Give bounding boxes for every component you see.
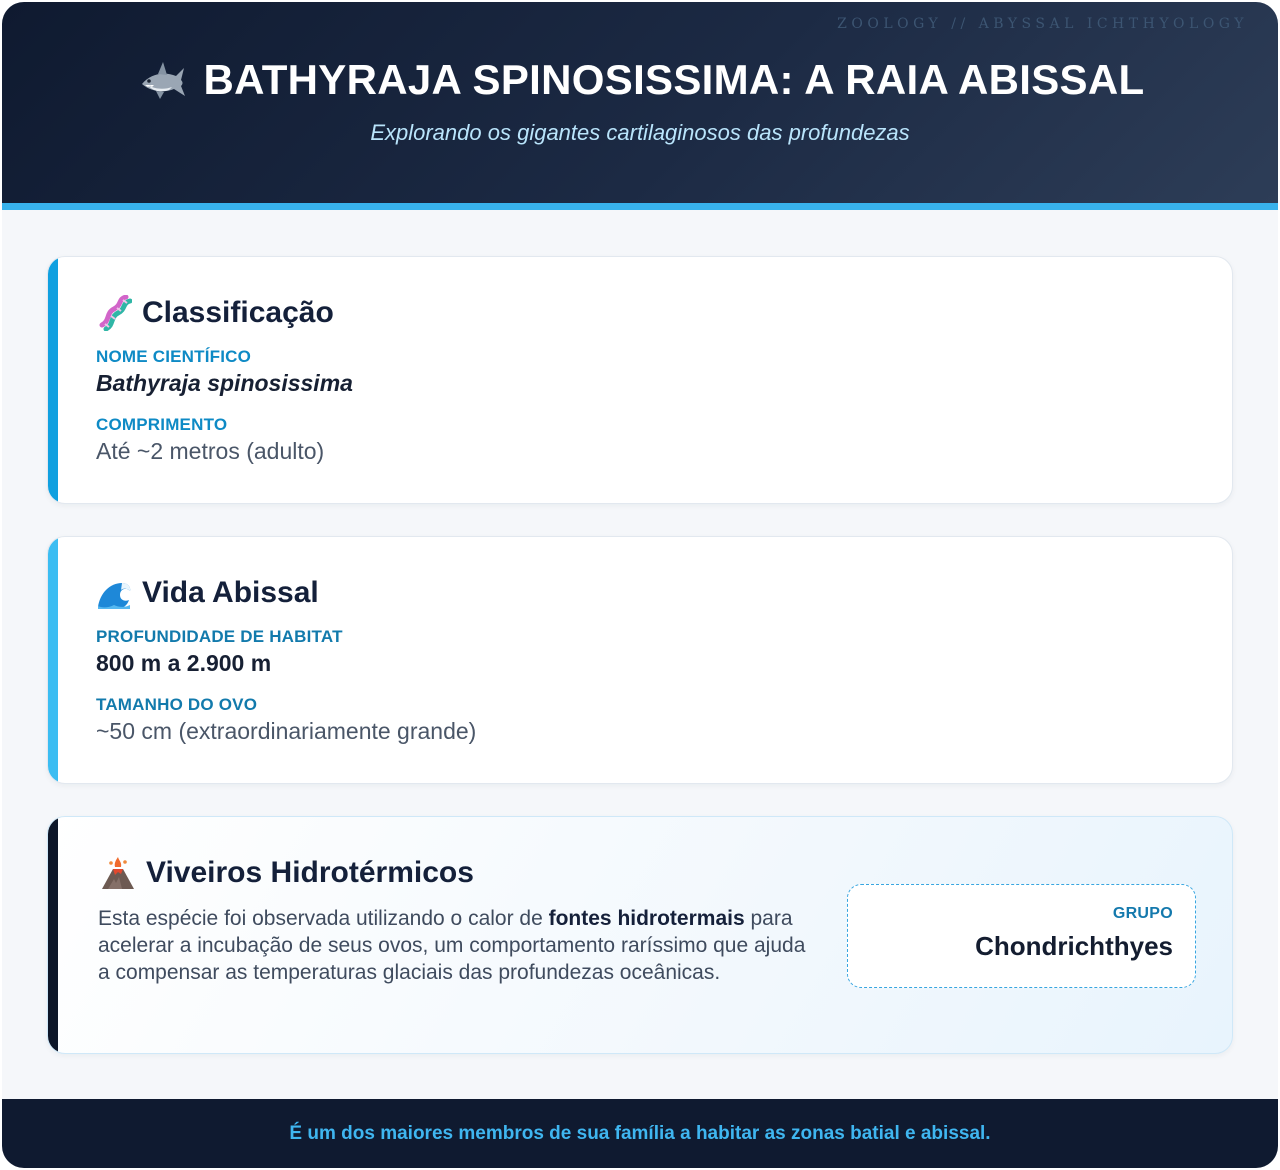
habitat-depth-value: 800 m a 2.900 m <box>96 650 272 676</box>
header-tagline: ZOOLOGY // ABYSSAL ICHTHYOLOGY <box>837 16 1248 32</box>
page-title: BATHYRAJA SPINOSISSIMA: A RAIA ABISSAL <box>203 56 1145 103</box>
footer-text: É um dos maiores membros de sua família … <box>289 1122 991 1144</box>
abyssal-life-heading: Vida Abissal <box>142 576 319 609</box>
group-value: Chondrichthyes <box>975 931 1173 961</box>
abyssal-life-header: Vida Abissal <box>96 575 319 611</box>
hydrothermal-card: Viveiros Hidrotérmicos Esta espécie foi … <box>47 816 1233 1054</box>
description-text-1: Esta espécie foi observada utilizando o … <box>98 907 549 930</box>
abyssal-life-card: Vida Abissal PROFUNDIDADE DE HABITAT 800… <box>47 536 1233 784</box>
group-box: GRUPO Chondrichthyes <box>847 884 1196 988</box>
title-row: BATHYRAJA SPINOSISSIMA: A RAIA ABISSAL <box>2 54 1278 106</box>
length-value: Até ~2 metros (adulto) <box>96 438 325 464</box>
wave-icon <box>98 583 131 609</box>
hydrothermal-description: Esta espécie foi observada utilizando o … <box>98 905 808 986</box>
hydrothermal-header: Viveiros Hidrotérmicos <box>100 855 474 891</box>
scientific-name-value: Bathyraja spinosissima <box>96 370 353 396</box>
classification-header: Classificação <box>96 295 334 331</box>
scientific-name-label: NOME CIENTÍFICO <box>96 347 252 366</box>
page-subtitle: Explorando os gigantes cartilaginosos da… <box>370 120 910 145</box>
page-header: ZOOLOGY // ABYSSAL ICHTHYOLOGY BATHYRAJA… <box>2 2 1278 210</box>
length-label: COMPRIMENTO <box>96 415 228 434</box>
egg-size-value: ~50 cm (extraordinariamente grande) <box>96 718 477 744</box>
description-highlight: fontes hidrotermais <box>548 907 745 930</box>
habitat-depth-label: PROFUNDIDADE DE HABITAT <box>96 627 343 646</box>
dna-icon <box>99 295 132 331</box>
classification-heading: Classificação <box>142 296 334 329</box>
classification-card: Classificação NOME CIENTÍFICO Bathyraja … <box>47 256 1233 504</box>
page-frame: ZOOLOGY // ABYSSAL ICHTHYOLOGY BATHYRAJA… <box>2 2 1278 1168</box>
volcano-icon <box>102 857 134 889</box>
page-footer: É um dos maiores membros de sua família … <box>2 1099 1278 1168</box>
shark-icon <box>141 62 185 99</box>
group-label: GRUPO <box>1112 905 1173 922</box>
hydrothermal-heading: Viveiros Hidrotérmicos <box>146 856 474 889</box>
egg-size-label: TAMANHO DO OVO <box>96 695 258 714</box>
